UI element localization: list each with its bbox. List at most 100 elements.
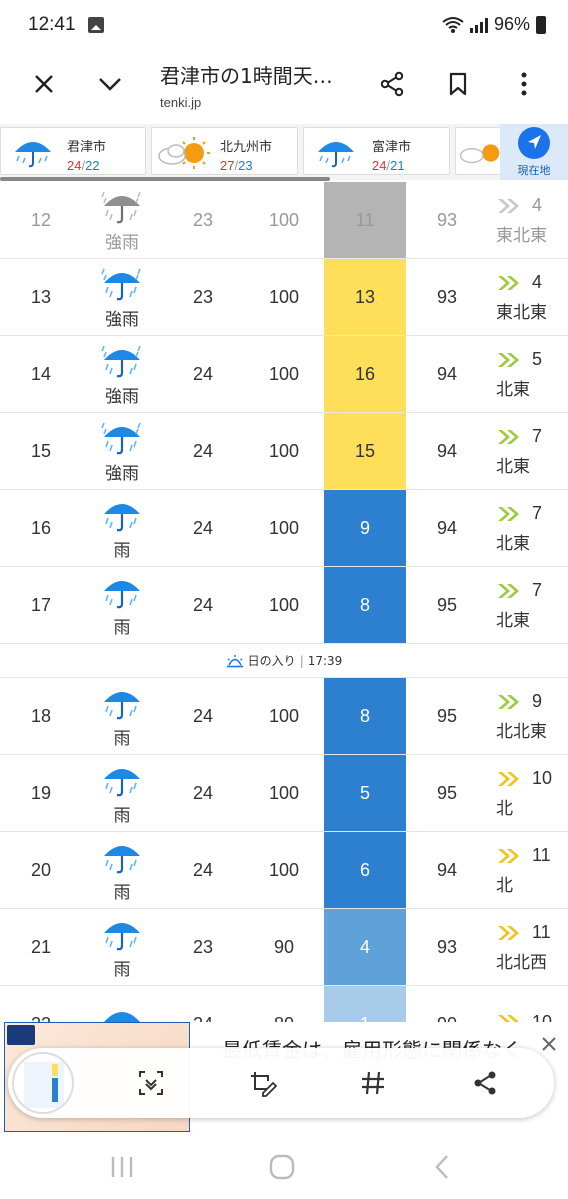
wind-direction: 北北東 (496, 721, 547, 742)
rain-umbrella-icon (101, 345, 141, 377)
location-temps: 24/22 (67, 158, 100, 173)
bookmark-button[interactable] (434, 60, 482, 108)
wind-speed: 4 (532, 272, 543, 292)
location-tab-kimitsu[interactable]: 君津市 24/22 (0, 127, 146, 175)
rain-umbrella-icon (104, 922, 140, 950)
wind-speed: 7 (532, 426, 543, 446)
current-location-label: 現在地 (517, 164, 551, 177)
location-tab-kitakyushu[interactable]: 北九州市 27/23 (151, 127, 298, 175)
wind-speed: 11 (532, 845, 551, 865)
weather-label: 強雨 (105, 232, 139, 253)
sun-cloud-icon (158, 137, 210, 169)
hashtag-button[interactable] (348, 1058, 398, 1108)
precipitation-cell: 6 (324, 832, 406, 908)
sunset-icon (226, 654, 243, 667)
ad-close-button[interactable] (542, 1032, 556, 1057)
weather-cell: 強雨 (82, 182, 162, 258)
scroll-capture-icon (139, 1071, 163, 1095)
wind-direction: 北東 (496, 456, 530, 477)
wind-cell: 5 北東 (488, 336, 568, 412)
precip-probability-cell: 90 (273, 936, 295, 957)
hour-row: 14 強雨 24 100 16 94 5 北東 (0, 336, 568, 413)
wind-direction-icon (498, 506, 519, 521)
recent-apps-button[interactable] (102, 1152, 142, 1182)
hour-cell: 17 (30, 594, 52, 615)
weather-label: 雨 (113, 805, 131, 826)
wind-cell: 9 北北東 (488, 678, 568, 754)
location-tab-futtsu[interactable]: 富津市 24/21 (303, 127, 450, 175)
temperature-cell: 23 (192, 209, 214, 230)
tab-scroll-indicator (0, 177, 330, 181)
precip-probability-cell: 100 (268, 859, 300, 880)
hour-cell: 15 (30, 440, 52, 461)
more-menu-button[interactable] (500, 60, 548, 108)
location-temps: 24/21 (372, 158, 405, 173)
page-info[interactable]: 君津市の1時間天… tenki.jp (160, 60, 360, 110)
hashtag-icon (362, 1071, 384, 1095)
chevron-down-icon (99, 78, 121, 91)
wind-direction: 北 (496, 798, 513, 819)
precipitation-cell: 11 (324, 182, 406, 258)
hour-cell: 13 (30, 286, 52, 307)
sunset-time: 17:39 (307, 653, 343, 668)
precip-probability-cell: 100 (268, 440, 300, 461)
close-button[interactable] (20, 60, 68, 108)
hour-row: 13 強雨 23 100 13 93 4 東北東 (0, 259, 568, 336)
status-time: 12:41 (28, 14, 76, 35)
back-button[interactable] (422, 1152, 462, 1182)
precipitation-cell: 8 (324, 567, 406, 643)
edit-screenshot-button[interactable] (238, 1058, 288, 1108)
weather-label: 雨 (113, 882, 131, 903)
temperature-cell: 24 (192, 594, 214, 615)
wind-speed: 5 (532, 349, 543, 369)
share-screenshot-button[interactable] (460, 1058, 510, 1108)
battery-percent: 96% (493, 14, 530, 34)
hour-row: 19 雨 24 100 5 95 10 北 (0, 755, 568, 832)
rain-umbrella-icon (104, 768, 140, 796)
back-icon (435, 1155, 448, 1179)
gallery-notification-icon (88, 17, 104, 33)
location-name: 君津市 (67, 140, 107, 155)
close-icon (542, 1037, 556, 1051)
collapse-button[interactable] (86, 60, 134, 108)
wind-cell: 7 北東 (488, 413, 568, 489)
weather-cell: 雨 (82, 832, 162, 908)
wifi-icon (442, 16, 464, 33)
wind-speed: 4 (532, 195, 543, 215)
weather-label: 強雨 (105, 463, 139, 484)
home-icon (269, 1154, 295, 1180)
precipitation-cell: 5 (324, 755, 406, 831)
temperature-cell: 24 (192, 517, 214, 538)
humidity-cell: 93 (436, 286, 458, 307)
precipitation-cell: 8 (324, 678, 406, 754)
share-button[interactable] (368, 60, 416, 108)
hour-row: 18 雨 24 100 8 95 9 北北東 (0, 678, 568, 755)
temperature-cell: 23 (192, 936, 214, 957)
hour-cell: 12 (30, 209, 52, 230)
humidity-cell: 94 (436, 859, 458, 880)
rain-umbrella-icon (101, 268, 141, 300)
wind-cell: 10 北 (488, 755, 568, 831)
weather-cell: 強雨 (82, 259, 162, 335)
rain-umbrella-icon (15, 142, 51, 168)
home-button[interactable] (262, 1152, 302, 1182)
humidity-cell: 94 (436, 363, 458, 384)
screenshot-thumbnail[interactable] (12, 1052, 74, 1114)
navigation-arrow-icon (518, 127, 550, 159)
precipitation-cell: 4 (324, 909, 406, 985)
wind-direction: 北北西 (496, 952, 547, 973)
current-location-button[interactable]: 現在地 (500, 124, 568, 180)
weather-cell: 強雨 (82, 413, 162, 489)
weather-cell: 雨 (82, 909, 162, 985)
rain-umbrella-icon (101, 422, 141, 454)
humidity-cell: 95 (436, 782, 458, 803)
scroll-capture-button[interactable] (126, 1058, 176, 1108)
wind-speed: 10 (532, 768, 553, 788)
sunset-label: 日の入り (247, 654, 296, 668)
precipitation-cell: 15 (324, 413, 406, 489)
hour-cell: 20 (30, 859, 52, 880)
temperature-cell: 24 (192, 859, 214, 880)
weather-cell: 雨 (82, 755, 162, 831)
humidity-cell: 94 (436, 517, 458, 538)
humidity-cell: 95 (436, 705, 458, 726)
